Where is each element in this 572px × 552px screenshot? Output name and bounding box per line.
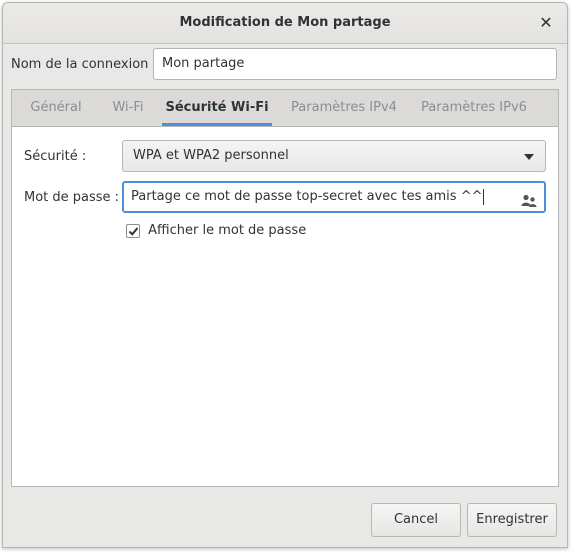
connection-name-label: Nom de la connexion :: [11, 57, 157, 72]
dialog-window: Modification de Mon partage ✕ Nom de la …: [2, 2, 568, 548]
checkbox-checked-icon: [126, 223, 140, 238]
chevron-down-icon: [524, 154, 534, 160]
save-button[interactable]: Enregistrer: [467, 503, 557, 537]
title-bar: Modification de Mon partage ✕: [3, 3, 567, 44]
tab-general[interactable]: Général: [18, 90, 94, 126]
tab-bar: Général Wi-Fi Sécurité Wi-Fi Paramètres …: [12, 90, 558, 127]
tab-wifi[interactable]: Wi-Fi: [102, 90, 154, 126]
password-input[interactable]: Partage ce mot de passe top-secret avec …: [122, 181, 546, 213]
tab-ipv4-settings[interactable]: Paramètres IPv4: [284, 90, 404, 126]
show-password-label: Afficher le mot de passe: [148, 223, 307, 238]
connection-name-input[interactable]: Mon partage: [153, 48, 557, 80]
security-selected-value: WPA et WPA2 personnel: [133, 148, 289, 163]
tab-ipv6-settings[interactable]: Paramètres IPv6: [414, 90, 534, 126]
password-label: Mot de passe :: [24, 190, 120, 205]
text-cursor: [483, 188, 485, 205]
settings-notebook: Général Wi-Fi Sécurité Wi-Fi Paramètres …: [11, 89, 559, 487]
close-button[interactable]: ✕: [535, 12, 557, 34]
security-dropdown[interactable]: WPA et WPA2 personnel: [122, 140, 546, 172]
people-icon[interactable]: [521, 190, 537, 207]
window-title: Modification de Mon partage: [179, 15, 391, 30]
tab-wifi-security[interactable]: Sécurité Wi-Fi: [162, 90, 272, 126]
close-icon: ✕: [539, 13, 553, 32]
security-label: Sécurité :: [24, 149, 87, 164]
password-value: Partage ce mot de passe top-secret avec …: [131, 189, 483, 204]
cancel-button[interactable]: Cancel: [371, 503, 461, 537]
show-password-checkbox[interactable]: Afficher le mot de passe: [126, 223, 306, 238]
